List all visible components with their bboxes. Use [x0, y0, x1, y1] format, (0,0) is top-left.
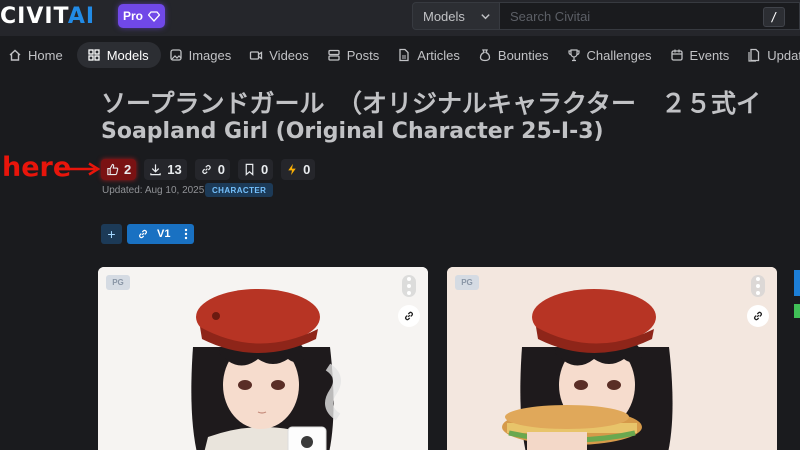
nav-images[interactable]: Images — [165, 42, 242, 68]
link-icon — [754, 311, 762, 321]
nav-bounties[interactable]: Bounties — [474, 42, 559, 68]
link-icon — [139, 229, 147, 239]
article-icon — [399, 48, 409, 62]
posts-icon — [328, 49, 340, 61]
preview-image — [447, 267, 777, 450]
buzz-count: 0 — [303, 162, 311, 177]
link-icon — [405, 311, 413, 321]
civitai-logo[interactable]: CIVITAI — [0, 4, 95, 29]
pro-button[interactable]: Pro — [118, 4, 165, 28]
search-category-select[interactable]: Models — [412, 2, 500, 30]
version-tab-v1[interactable]: V1 — [127, 224, 194, 244]
moneybag-icon — [479, 49, 491, 62]
diamond-icon — [148, 10, 160, 22]
version-label: V1 — [157, 228, 171, 240]
home-icon — [9, 49, 21, 61]
model-stats: 2 13 0 0 0 — [101, 159, 316, 180]
image-menu-button[interactable] — [751, 275, 765, 297]
rating-badge: PG — [455, 275, 479, 290]
model-title-japanese: ソープランドガール （オリジナルキャラクター ２５式イ — [101, 89, 762, 118]
category-badge[interactable]: CHARACTER — [205, 183, 274, 197]
nav-updates[interactable]: Updates — [743, 42, 800, 68]
nav-events[interactable]: Events — [666, 42, 740, 68]
gallery-image-card[interactable]: PG — [447, 267, 777, 450]
nav-models[interactable]: Models — [76, 42, 161, 68]
top-header: CIVITAI Pro Models Search Civitai / — [0, 0, 800, 36]
buzz-button[interactable]: 0 — [281, 159, 316, 180]
like-button[interactable]: 2 — [101, 159, 137, 180]
updates-icon — [748, 48, 760, 62]
nav-challenges[interactable]: Challenges — [563, 42, 662, 68]
side-action-strip[interactable] — [794, 270, 800, 318]
pro-label: Pro — [122, 9, 143, 23]
bookmark-button[interactable]: 0 — [237, 159, 274, 180]
thumbs-up-icon — [107, 163, 119, 176]
image-link-button[interactable] — [398, 305, 420, 327]
annotation-arrow-icon — [69, 162, 100, 176]
bookmark-icon — [245, 163, 254, 176]
trophy-icon — [567, 49, 580, 62]
download-count: 13 — [167, 162, 182, 177]
like-count: 2 — [124, 162, 132, 177]
add-version-button[interactable]: + — [101, 224, 122, 244]
search-bar: Models Search Civitai / — [412, 2, 800, 30]
model-title-english: Soapland Girl (Original Character 25-I-3… — [101, 119, 604, 144]
nav-home[interactable]: Home — [4, 42, 73, 68]
download-count-badge[interactable]: 13 — [144, 159, 187, 180]
more-vertical-icon[interactable] — [184, 228, 188, 240]
bookmark-count: 0 — [260, 162, 269, 177]
gallery-image-card[interactable]: PG — [98, 267, 428, 450]
updated-date: Updated: Aug 10, 2025 — [102, 185, 205, 196]
grid-icon — [88, 49, 100, 61]
lightning-icon — [288, 163, 296, 176]
link-icon — [201, 165, 211, 174]
search-shortcut-key: / — [763, 7, 785, 27]
nav-articles[interactable]: Articles — [393, 42, 470, 68]
nav-posts[interactable]: Posts — [323, 42, 390, 68]
nav-videos[interactable]: Videos — [245, 42, 319, 68]
download-icon — [150, 164, 161, 176]
image-link-button[interactable] — [747, 305, 769, 327]
link-count-badge[interactable]: 0 — [194, 159, 230, 180]
link-count: 0 — [217, 162, 225, 177]
search-input[interactable]: Search Civitai / — [500, 2, 800, 30]
rating-badge: PG — [106, 275, 130, 290]
video-icon — [250, 51, 263, 60]
annotation-label: here — [2, 152, 72, 183]
image-menu-button[interactable] — [402, 275, 416, 297]
main-nav: Home Models Images Videos Posts Articles… — [0, 36, 800, 74]
image-icon — [169, 49, 182, 61]
preview-image — [98, 267, 428, 450]
calendar-icon — [670, 49, 683, 61]
chevron-down-icon — [481, 14, 490, 20]
